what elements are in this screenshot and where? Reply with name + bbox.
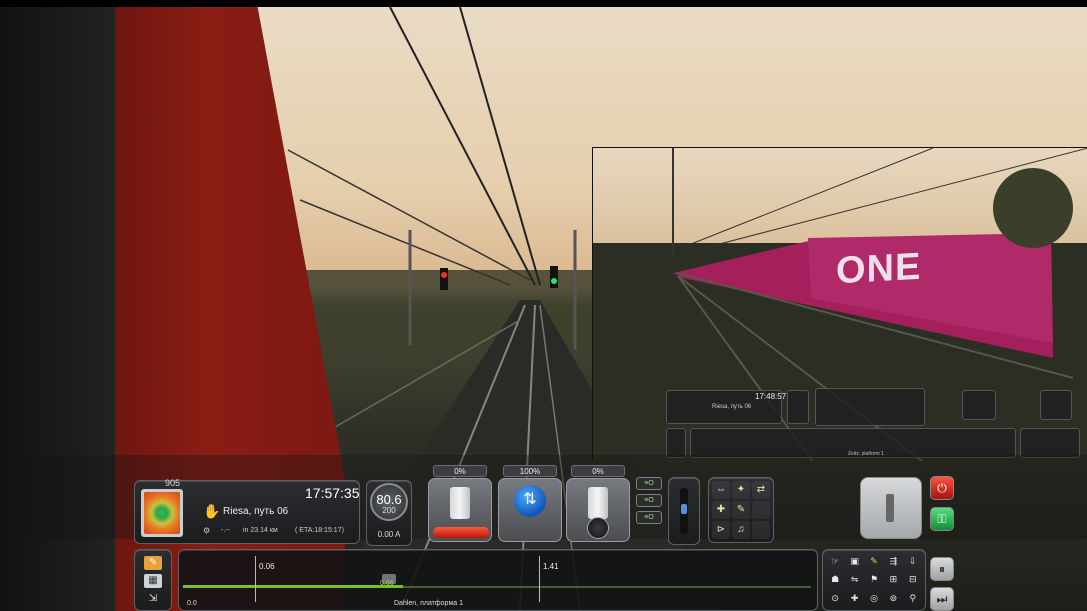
track-progress bbox=[183, 585, 403, 588]
track-monitor: 0.06 1.41 0.66 0.0 Dahlen, платформа 1 bbox=[178, 549, 818, 611]
camera-btn-1[interactable]: ☞ bbox=[826, 553, 844, 570]
camera-btn-5[interactable]: ⇩ bbox=[904, 553, 922, 570]
train-position: 0.66 bbox=[380, 580, 394, 587]
func-cell-7[interactable]: ⊳ bbox=[712, 521, 730, 539]
func-cell-3[interactable]: ⇄ bbox=[752, 481, 770, 499]
traction-current: 0.00 A bbox=[377, 530, 401, 539]
reverser-percent: 100% bbox=[503, 465, 557, 477]
func-cell-1[interactable]: ⇔ bbox=[712, 481, 730, 499]
track-signal-1 bbox=[255, 556, 256, 602]
next-station-label: Riesa, путь 06 bbox=[223, 506, 289, 517]
pantograph-indicator bbox=[681, 504, 687, 514]
container-logo: ONE bbox=[836, 245, 922, 293]
light-button-2[interactable]: ≡O bbox=[636, 494, 662, 507]
map-icon[interactable]: ▦ bbox=[144, 574, 162, 588]
throttle-lever[interactable] bbox=[428, 478, 492, 542]
function-grid: ⇔ ✦ ⇄ ✚ ✎ ⊳ ♫ bbox=[708, 477, 774, 543]
gear-icon: ⚙ bbox=[203, 526, 211, 535]
pip-func-grid bbox=[962, 390, 996, 420]
pip-station: Riesa, путь 06 bbox=[712, 404, 752, 410]
pip-levers bbox=[815, 388, 925, 426]
pip-camera-grid bbox=[1020, 428, 1080, 458]
func-cell-9[interactable] bbox=[752, 521, 770, 539]
track-station-name: Dahlen, платформа 1 bbox=[394, 600, 463, 607]
speed-limit: 200 bbox=[382, 506, 396, 515]
stop-distance-placeholder: -.-- bbox=[221, 527, 230, 534]
vigilance-bar bbox=[886, 494, 894, 522]
next-icon[interactable]: ⏭ bbox=[930, 587, 954, 611]
pip-tree bbox=[993, 168, 1073, 248]
reverser-lever[interactable]: ⇅ bbox=[498, 478, 562, 542]
pip-big-button bbox=[1040, 390, 1072, 420]
track-signal-1-distance: 0.06 bbox=[259, 562, 275, 571]
camera-btn-4[interactable]: ⇶ bbox=[884, 553, 902, 570]
signal-number: 905 bbox=[165, 478, 181, 488]
distance-to-station: in 23.14 км bbox=[243, 527, 278, 534]
signal-right-green-light bbox=[551, 278, 557, 284]
hand-icon: ✋ bbox=[203, 503, 221, 519]
signal-aspect-box bbox=[141, 489, 183, 537]
map-buttons: ✎ ▦ ⇲ bbox=[134, 549, 172, 611]
speedometer-panel: 80.6 200 0.00 A bbox=[366, 480, 412, 546]
pip-map-buttons bbox=[666, 428, 686, 458]
func-cell-8[interactable]: ♫ bbox=[732, 521, 750, 539]
pause-icon[interactable]: ⏸ bbox=[930, 557, 954, 581]
func-cell-2[interactable]: ✦ bbox=[732, 481, 750, 499]
camera-btn-11[interactable]: ⊙ bbox=[826, 590, 844, 607]
camera-btn-15[interactable]: ⚲ bbox=[904, 590, 922, 607]
camera-btn-6[interactable]: ☗ bbox=[826, 571, 844, 588]
func-cell-6[interactable] bbox=[752, 501, 770, 519]
camera-btn-9[interactable]: ⊞ bbox=[884, 571, 902, 588]
signal-right bbox=[550, 266, 558, 288]
pip-speed-dial bbox=[787, 390, 809, 424]
expand-icon[interactable]: ⇲ bbox=[144, 592, 162, 606]
camera-btn-8[interactable]: ⚑ bbox=[865, 571, 883, 588]
emergency-stop-button[interactable]: ⏻ bbox=[930, 476, 954, 500]
func-cell-4[interactable]: ✚ bbox=[712, 501, 730, 519]
catenary-wire-2 bbox=[459, 6, 541, 286]
vigilance-button[interactable] bbox=[860, 477, 922, 539]
signal-left bbox=[440, 268, 448, 290]
reverser-direction-icon[interactable]: ⇅ bbox=[514, 485, 546, 517]
throttle-percent: 0% bbox=[433, 465, 487, 477]
speed-dial: 80.6 200 bbox=[370, 483, 408, 521]
camera-btn-10[interactable]: ⊟ bbox=[904, 571, 922, 588]
track-signal-2 bbox=[539, 556, 540, 602]
camera-btn-7[interactable]: ⇋ bbox=[845, 571, 863, 588]
brake-handle[interactable] bbox=[588, 487, 608, 519]
game-clock: 17:57:35 bbox=[305, 485, 360, 501]
throttle-handle[interactable] bbox=[450, 487, 470, 519]
next-signal-panel: 905 ✋ Riesa, путь 06 17:57:35 ⚙ -.-- in … bbox=[134, 478, 360, 544]
track-signal-2-distance: 1.41 bbox=[543, 562, 559, 571]
brake-knob[interactable] bbox=[587, 517, 609, 539]
camera-controls: ☞ ▣ ✎ ⇶ ⇩ ☗ ⇋ ⚑ ⊞ ⊟ ⊙ ✚ ◎ ⊚ ⚲ bbox=[822, 549, 926, 611]
light-button-3[interactable]: ≡O bbox=[636, 511, 662, 524]
pencil-icon[interactable]: ✎ bbox=[144, 556, 162, 570]
light-button-1[interactable]: ≡O bbox=[636, 477, 662, 490]
brake-percent: 0% bbox=[571, 465, 625, 477]
signal-left-red-light bbox=[441, 272, 447, 278]
key-icon[interactable]: ⚿ bbox=[930, 507, 954, 531]
func-cell-5[interactable]: ✎ bbox=[732, 501, 750, 519]
camera-btn-3[interactable]: ✎ bbox=[865, 553, 883, 570]
camera-btn-12[interactable]: ✚ bbox=[845, 590, 863, 607]
current-speed: 80.6 bbox=[376, 492, 402, 507]
camera-btn-14[interactable]: ⊚ bbox=[884, 590, 902, 607]
camera-btn-2[interactable]: ▣ bbox=[845, 553, 863, 570]
camera-btn-13[interactable]: ◎ bbox=[865, 590, 883, 607]
pantograph-switch[interactable] bbox=[668, 477, 700, 545]
eta-label: ( ETA:18:15:17) bbox=[295, 527, 344, 534]
throttle-red-indicator bbox=[433, 527, 489, 538]
track-start: 0.0 bbox=[187, 600, 197, 607]
pip-clock: 17:48:57 bbox=[755, 392, 787, 401]
signal-aspect-swatch bbox=[144, 492, 180, 534]
brake-lever[interactable] bbox=[566, 478, 630, 542]
